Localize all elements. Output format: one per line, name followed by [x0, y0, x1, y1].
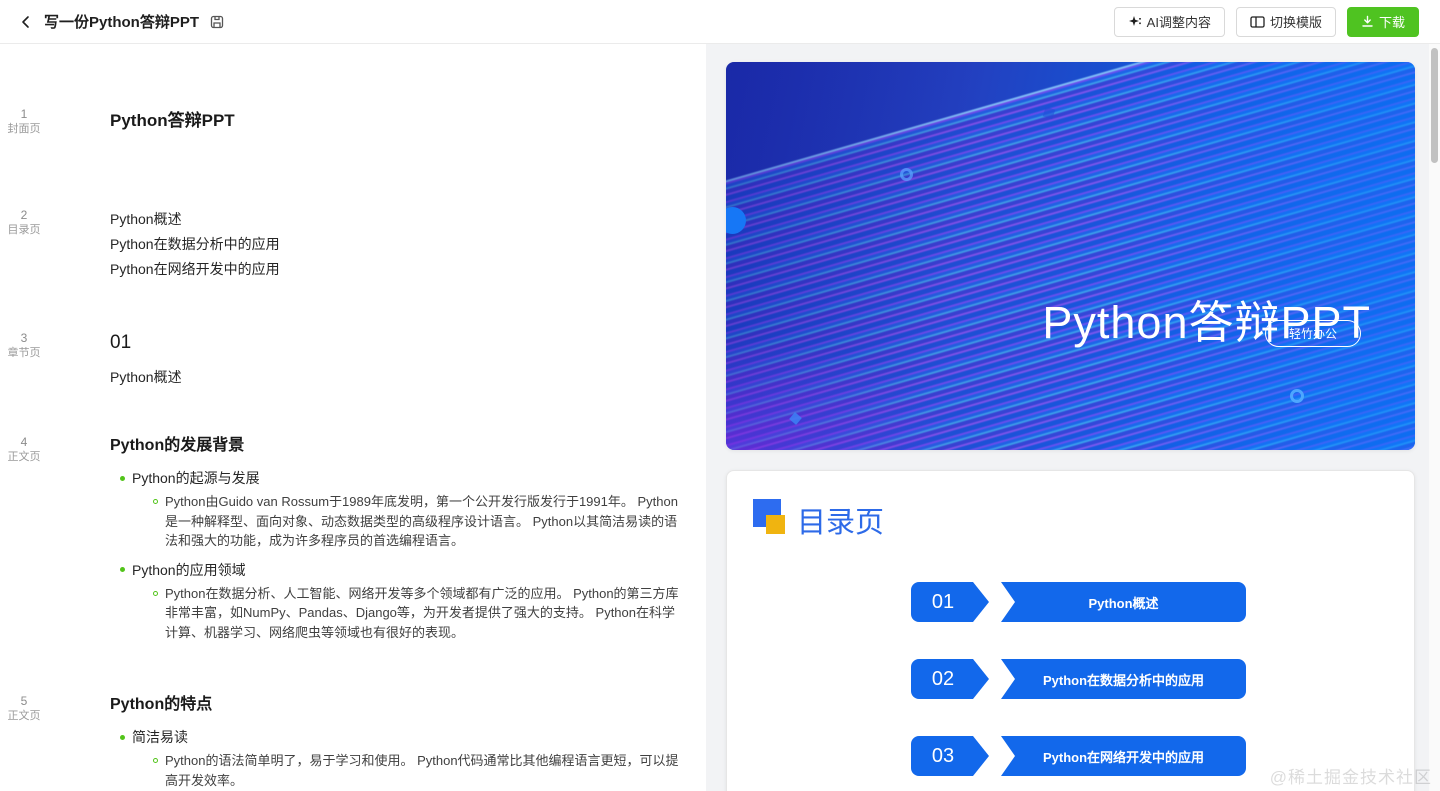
ring-decoration [900, 168, 913, 181]
scrollbar-thumb[interactable] [1431, 48, 1438, 163]
brand-badge: 轻竹办公 [1265, 320, 1361, 347]
section-type-label: 封面页 [7, 123, 41, 135]
toc-line[interactable]: Python概述 [110, 207, 682, 232]
ai-adjust-button[interactable]: AI调整内容 [1113, 6, 1225, 37]
toc-item: 01 Python概述 [911, 582, 1246, 622]
toc-item: 03 Python在网络开发中的应用 [911, 736, 1246, 776]
section-type-label: 正文页 [7, 710, 41, 722]
outline-section-body-2: 5 正文页 Python的特点 简洁易读 Python的语法简单明了，易于学习和… [0, 693, 706, 791]
slide-preview-cover[interactable]: Python答辩PPT 轻竹办公 [726, 62, 1415, 450]
bullet-label[interactable]: 简洁易读 [132, 725, 188, 749]
section-number: 2 [20, 208, 28, 222]
content-heading[interactable]: Python的特点 [110, 693, 682, 717]
toc-item-number: 01 [911, 582, 989, 622]
toc-item-label: Python在网络开发中的应用 [1001, 736, 1246, 776]
download-button[interactable]: 下载 [1346, 6, 1419, 37]
bullet-ring-icon [153, 590, 158, 596]
section-number: 5 [20, 694, 28, 708]
outline-panel: 1 封面页 Python答辩PPT 2 目录页 Python概述 Python在… [0, 44, 706, 791]
ai-adjust-label: AI调整内容 [1146, 15, 1211, 30]
bullet-detail[interactable]: Python在数据分析、人工智能、网络开发等多个领域都有广泛的应用。 Pytho… [165, 584, 681, 643]
cover-gradient-overlay [726, 62, 1415, 450]
bullet-dot-icon [120, 475, 125, 481]
chapter-title[interactable]: Python概述 [110, 367, 682, 388]
document-title: 写一份Python答辩PPT [44, 14, 200, 31]
content-heading[interactable]: Python的发展背景 [110, 434, 682, 458]
outline-section-body-1: 4 正文页 Python的发展背景 Python的起源与发展 Python由Gu… [0, 434, 706, 649]
save-icon[interactable] [209, 14, 225, 30]
scrollbar-track[interactable] [1429, 44, 1440, 791]
section-number: 1 [20, 107, 28, 121]
outline-section-cover: 1 封面页 Python答辩PPT [0, 106, 706, 137]
template-icon [1250, 15, 1265, 29]
toc-item-label: Python概述 [1001, 582, 1246, 622]
logo-yellow-square-icon [766, 515, 785, 534]
bullet-dot-icon [120, 567, 125, 572]
bullet-dot-icon [120, 734, 125, 740]
toc-item-number: 03 [911, 736, 989, 776]
sparkle-icon [1128, 15, 1142, 29]
toc-item: 02 Python在数据分析中的应用 [911, 659, 1246, 699]
section-type-label: 目录页 [7, 224, 41, 236]
bullet-ring-icon [153, 758, 158, 763]
switch-template-label: 切换模版 [1269, 15, 1322, 30]
download-label: 下载 [1378, 15, 1405, 30]
section-number: 3 [20, 331, 28, 345]
watermark: @稀土掘金技术社区 [1269, 768, 1432, 787]
bullet-label[interactable]: Python的起源与发展 [132, 466, 260, 490]
toc-item-label: Python在数据分析中的应用 [1001, 659, 1246, 699]
section-number: 4 [20, 435, 28, 449]
switch-template-button[interactable]: 切换模版 [1235, 6, 1336, 37]
slide-toc-title: 目录页 [797, 507, 885, 539]
bullet-ring-icon [153, 499, 158, 504]
outline-section-toc: 2 目录页 Python概述 Python在数据分析中的应用 Python在网络… [0, 207, 706, 282]
preview-panel: Python答辩PPT 轻竹办公 目录页 01 Python概述 02 Pyth… [706, 44, 1440, 791]
ring-decoration [1290, 389, 1304, 403]
back-icon[interactable] [18, 14, 34, 30]
bullet-detail[interactable]: Python的语法简单明了，易于学习和使用。 Python代码通常比其他编程语言… [165, 751, 681, 790]
download-icon [1361, 15, 1374, 28]
toc-line[interactable]: Python在网络开发中的应用 [110, 257, 682, 282]
bullet-label[interactable]: Python的应用领域 [132, 558, 246, 582]
toc-item-number: 02 [911, 659, 989, 699]
toc-line[interactable]: Python在数据分析中的应用 [110, 232, 682, 257]
section-type-label: 正文页 [7, 451, 41, 463]
bullet-detail[interactable]: Python由Guido van Rossum于1989年底发明，第一个公开发行… [165, 492, 681, 551]
cover-title-text[interactable]: Python答辩PPT [110, 106, 682, 136]
section-type-label: 章节页 [7, 347, 41, 359]
top-bar: 写一份Python答辩PPT AI调整内容 切换模版 下载 [0, 0, 1440, 44]
chapter-number[interactable]: 01 [110, 330, 682, 356]
outline-section-chapter: 3 章节页 01 Python概述 [0, 330, 706, 388]
slide-preview-toc[interactable]: 目录页 01 Python概述 02 Python在数据分析中的应用 03 Py… [726, 470, 1415, 791]
